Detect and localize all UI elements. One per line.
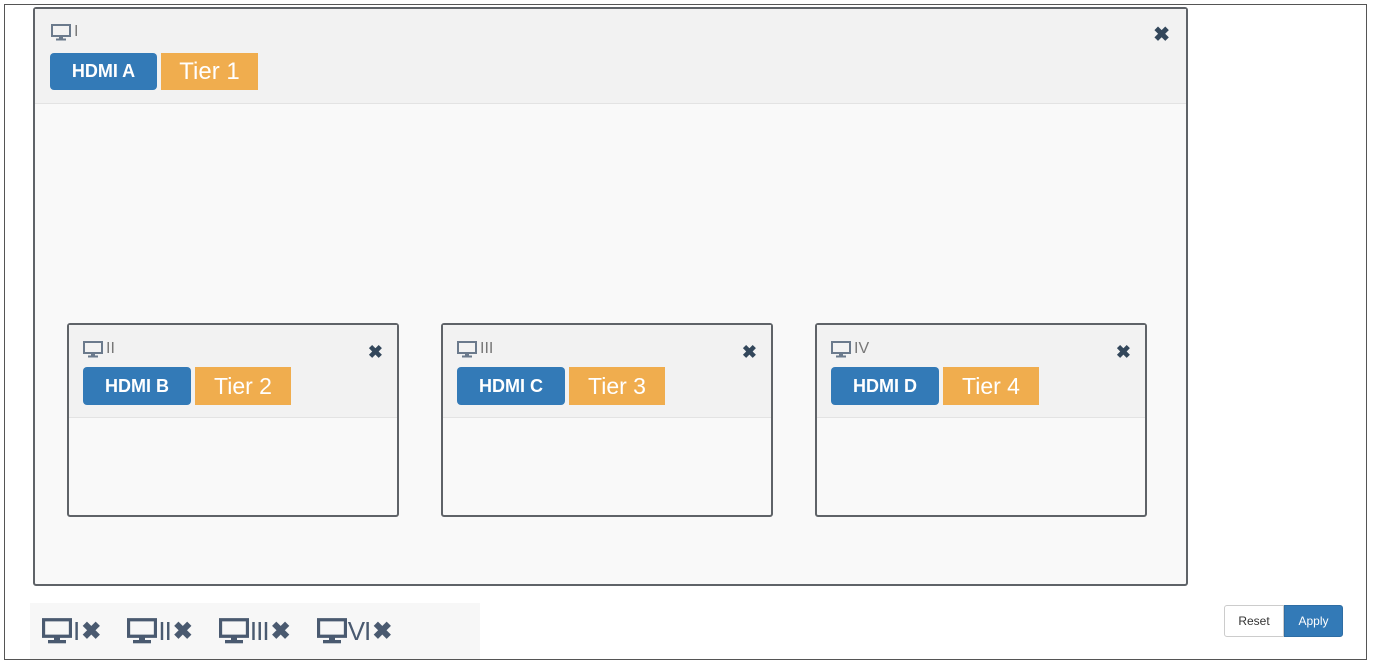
window-2[interactable]: II ✖ HDMI B Tier 2 xyxy=(67,323,399,517)
source-badge[interactable]: HDMI D xyxy=(831,367,939,405)
close-icon: ✖ xyxy=(81,617,102,645)
window-3-label: III xyxy=(457,340,493,358)
window-3[interactable]: III ✖ HDMI C Tier 3 xyxy=(441,323,773,517)
close-icon: ✖ xyxy=(270,617,291,645)
window-1-header[interactable]: I ✖ HDMI A Tier 1 xyxy=(35,9,1186,104)
window-toggle-bar: I ✖ II ✖ III ✖ VI ✖ xyxy=(30,603,480,659)
window-1-badges: HDMI A Tier 1 xyxy=(50,53,258,90)
monitor-icon xyxy=(42,618,72,644)
toggle-number: III xyxy=(249,615,270,646)
monitor-icon xyxy=(127,618,158,644)
window-2-badges: HDMI B Tier 2 xyxy=(83,367,291,405)
monitor-icon xyxy=(316,618,347,644)
window-number: II xyxy=(106,340,115,357)
toggle-window-1[interactable]: I ✖ xyxy=(42,616,101,647)
tier-badge: Tier 1 xyxy=(161,53,258,90)
window-2-header[interactable]: II ✖ HDMI B Tier 2 xyxy=(69,325,397,418)
toggle-number: I xyxy=(73,615,80,646)
source-badge[interactable]: HDMI B xyxy=(83,367,191,405)
tier-badge: Tier 3 xyxy=(569,367,665,405)
window-1-label: I xyxy=(51,23,78,41)
window-4-badges: HDMI D Tier 4 xyxy=(831,367,1039,405)
apply-button[interactable]: Apply xyxy=(1284,605,1343,637)
close-icon[interactable]: ✖ xyxy=(742,343,757,361)
tier-badge: Tier 2 xyxy=(195,367,291,405)
close-icon: ✖ xyxy=(172,617,193,645)
toggle-number: VI xyxy=(347,615,372,646)
source-badge[interactable]: HDMI A xyxy=(50,53,157,90)
window-number: I xyxy=(74,23,79,40)
reset-button[interactable]: Reset xyxy=(1224,605,1284,637)
tier-badge: Tier 4 xyxy=(943,367,1039,405)
window-2-label: II xyxy=(83,340,115,358)
monitor-icon xyxy=(51,23,71,40)
close-icon: ✖ xyxy=(372,617,393,645)
window-number: III xyxy=(480,340,494,357)
monitor-icon xyxy=(831,340,851,357)
close-icon[interactable]: ✖ xyxy=(1116,343,1131,361)
toggle-window-3[interactable]: III ✖ xyxy=(218,615,291,647)
window-3-header[interactable]: III ✖ HDMI C Tier 3 xyxy=(443,325,771,418)
toggle-window-2[interactable]: II ✖ xyxy=(127,616,193,647)
toggle-number: II xyxy=(158,615,171,646)
window-4-header[interactable]: IV ✖ HDMI D Tier 4 xyxy=(817,325,1145,418)
monitor-icon xyxy=(83,340,103,357)
close-icon[interactable]: ✖ xyxy=(1153,25,1170,45)
toggle-window-4[interactable]: VI ✖ xyxy=(316,615,393,647)
window-4-label: IV xyxy=(831,340,869,358)
window-3-badges: HDMI C Tier 3 xyxy=(457,367,665,405)
action-buttons: Reset Apply xyxy=(1224,605,1343,637)
close-icon[interactable]: ✖ xyxy=(368,343,383,361)
monitor-icon xyxy=(218,618,249,644)
monitor-icon xyxy=(457,340,477,357)
window-number: IV xyxy=(854,340,870,357)
window-4[interactable]: IV ✖ HDMI D Tier 4 xyxy=(815,323,1147,517)
source-badge[interactable]: HDMI C xyxy=(457,367,565,405)
